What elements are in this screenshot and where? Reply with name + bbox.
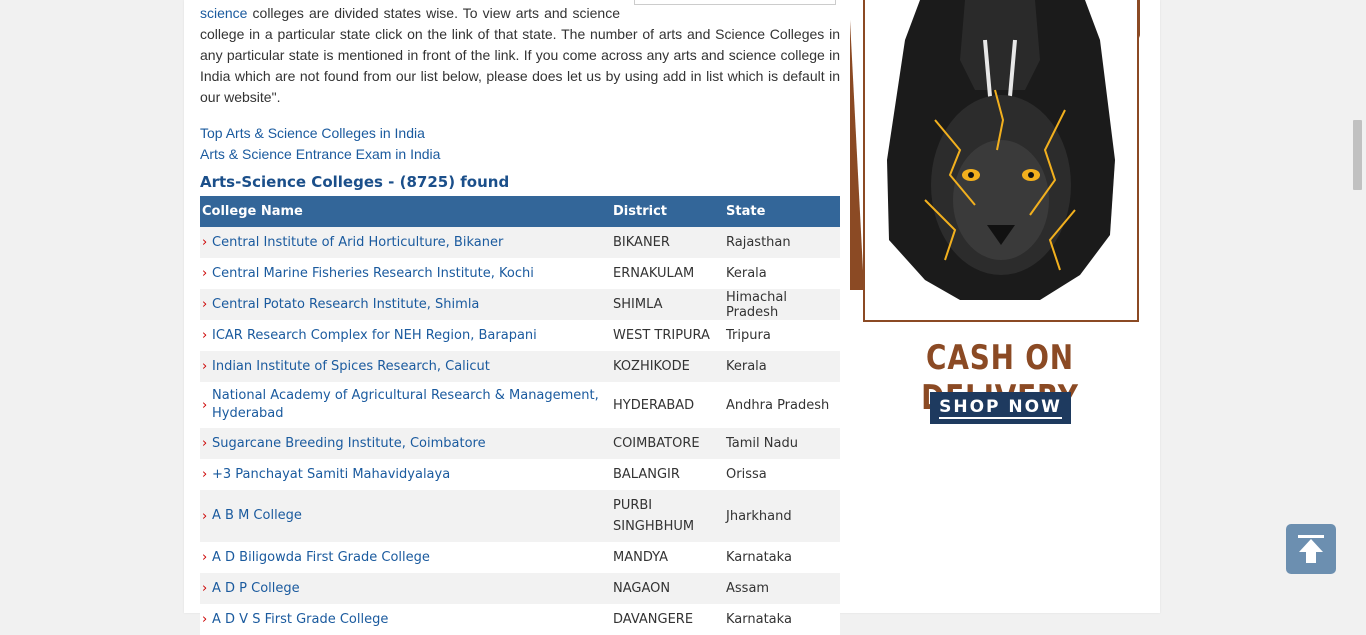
ad-frame-corner [850, 20, 864, 290]
college-link[interactable]: Central Marine Fisheries Research Instit… [212, 265, 534, 283]
top-colleges-link[interactable]: Top Arts & Science Colleges in India [200, 123, 840, 144]
state-cell: Tamil Nadu [726, 436, 798, 451]
table-row: › Central Institute of Arid Horticulture,… [200, 227, 840, 258]
results-heading: Arts-Science Colleges - (8725) found [200, 173, 510, 191]
chevron-right-icon: › [202, 397, 208, 413]
district-cell: BIKANER [613, 235, 670, 250]
chevron-right-icon: › [202, 550, 208, 565]
college-link[interactable]: A B M College [212, 507, 302, 525]
state-cell: Rajasthan [726, 235, 791, 250]
table-row: › ICAR Research Complex for NEH Region, B… [200, 320, 840, 351]
district-cell: BALANGIR [613, 467, 680, 482]
scrollbar-thumb[interactable] [1353, 120, 1362, 190]
college-link[interactable]: A D V S First Grade College [212, 611, 388, 629]
table-row: › A D Biligowda First Grade College MANDY… [200, 542, 840, 573]
column-header-name: College Name [200, 196, 611, 227]
intro-text: colleges are divided states wise. To vie… [200, 5, 840, 105]
table-row: › Central Marine Fisheries Research Insti… [200, 258, 840, 289]
district-cell: ERNAKULAM [613, 266, 695, 281]
state-cell: Kerala [726, 359, 767, 374]
column-header-state: State [724, 196, 840, 227]
district-cell: DAVANGERE [613, 612, 694, 627]
chevron-right-icon: › [202, 328, 208, 343]
state-cell: Karnataka [726, 550, 792, 565]
chevron-right-icon: › [202, 359, 208, 374]
related-links: Top Arts & Science Colleges in India Art… [200, 123, 840, 165]
state-cell: Andhra Pradesh [726, 397, 830, 413]
table-row: › +3 Panchayat Samiti Mahavidyalaya BALAN… [200, 459, 840, 490]
chevron-right-icon: › [202, 508, 208, 524]
chevron-right-icon: › [202, 266, 208, 281]
college-link[interactable]: A D Biligowda First Grade College [212, 549, 430, 567]
college-link[interactable]: +3 Panchayat Samiti Mahavidyalaya [212, 466, 450, 484]
entrance-exam-link[interactable]: Arts & Science Entrance Exam in India [200, 144, 840, 165]
college-link[interactable]: Sugarcane Breeding Institute, Coimbatore [212, 435, 486, 453]
page-scrollbar[interactable] [1349, 0, 1366, 613]
table-row: › Indian Institute of Spices Research, Ca… [200, 351, 840, 382]
chevron-right-icon: › [202, 612, 208, 627]
district-cell: MANDYA [613, 550, 668, 565]
district-cell: PURBI SINGHBHUM [613, 498, 695, 534]
district-cell: WEST TRIPURA [613, 328, 710, 343]
table-row: › A D P College NAGAON Assam [200, 573, 840, 604]
state-cell: Kerala [726, 266, 767, 281]
chevron-right-icon: › [202, 297, 208, 312]
state-cell: Jharkhand [726, 508, 792, 524]
state-cell: Himachal Pradesh [726, 289, 787, 320]
state-cell: Karnataka [726, 612, 792, 627]
district-cell: KOZHIKODE [613, 359, 690, 374]
science-link[interactable]: science [200, 5, 247, 21]
back-to-top-button[interactable] [1286, 524, 1336, 574]
college-link[interactable]: Central Institute of Arid Horticulture, … [212, 234, 503, 252]
college-link[interactable]: ICAR Research Complex for NEH Region, Ba… [212, 327, 537, 345]
chevron-right-icon: › [202, 436, 208, 451]
arrow-up-icon [1298, 535, 1324, 563]
colleges-table: College Name District State › Central Ins… [200, 196, 840, 635]
college-link[interactable]: A D P College [212, 580, 300, 598]
table-row: › A D V S First Grade College DAVANGERE K… [200, 604, 840, 635]
ad-product-frame[interactable] [863, 0, 1139, 322]
college-link[interactable]: National Academy of Agricultural Researc… [212, 387, 609, 423]
district-cell: COIMBATORE [613, 436, 700, 451]
chevron-right-icon: › [202, 581, 208, 596]
search-box[interactable] [634, 0, 836, 5]
table-row: › A B M College PURBI SINGHBHUM Jharkhand [200, 490, 840, 542]
main-content: science colleges are divided states wise… [200, 0, 840, 635]
table-header-row: College Name District State [200, 196, 840, 227]
district-cell: HYDERABAD [613, 397, 695, 413]
college-link[interactable]: Central Potato Research Institute, Shiml… [212, 296, 479, 314]
state-cell: Assam [726, 581, 770, 596]
column-header-district: District [611, 196, 724, 227]
hoodie-image [887, 0, 1115, 300]
intro-paragraph: science colleges are divided states wise… [200, 0, 840, 108]
district-cell: SHIMLA [613, 297, 663, 312]
table-row: › Central Potato Research Institute, Shim… [200, 289, 840, 320]
state-cell: Orissa [726, 467, 767, 482]
state-cell: Tripura [726, 328, 771, 343]
chevron-right-icon: › [202, 467, 208, 482]
shop-now-label: SHOP NOW [939, 397, 1062, 419]
district-cell: NAGAON [613, 581, 671, 596]
college-link[interactable]: Indian Institute of Spices Research, Cal… [212, 358, 490, 376]
table-row: › Sugarcane Breeding Institute, Coimbator… [200, 428, 840, 459]
table-row: › National Academy of Agricultural Resear… [200, 382, 840, 428]
page-container: science colleges are divided states wise… [184, 0, 1160, 635]
shop-now-button[interactable]: SHOP NOW [930, 392, 1071, 424]
chevron-right-icon: › [202, 235, 208, 250]
